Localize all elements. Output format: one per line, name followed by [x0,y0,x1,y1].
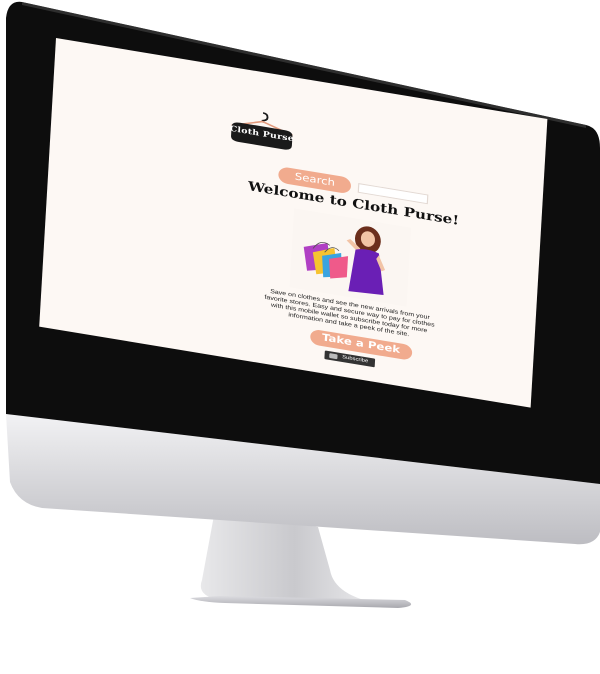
hero-image [289,208,412,307]
subscribe-label: Subscribe [342,354,369,365]
youtube-icon [329,353,338,360]
monitor-mockup: Cloth Purse Search Welcome to Cloth Purs… [0,0,600,674]
monitor-base [190,596,412,608]
shopping-woman-illustration [303,226,386,296]
logo[interactable]: Cloth Purse [227,105,297,153]
